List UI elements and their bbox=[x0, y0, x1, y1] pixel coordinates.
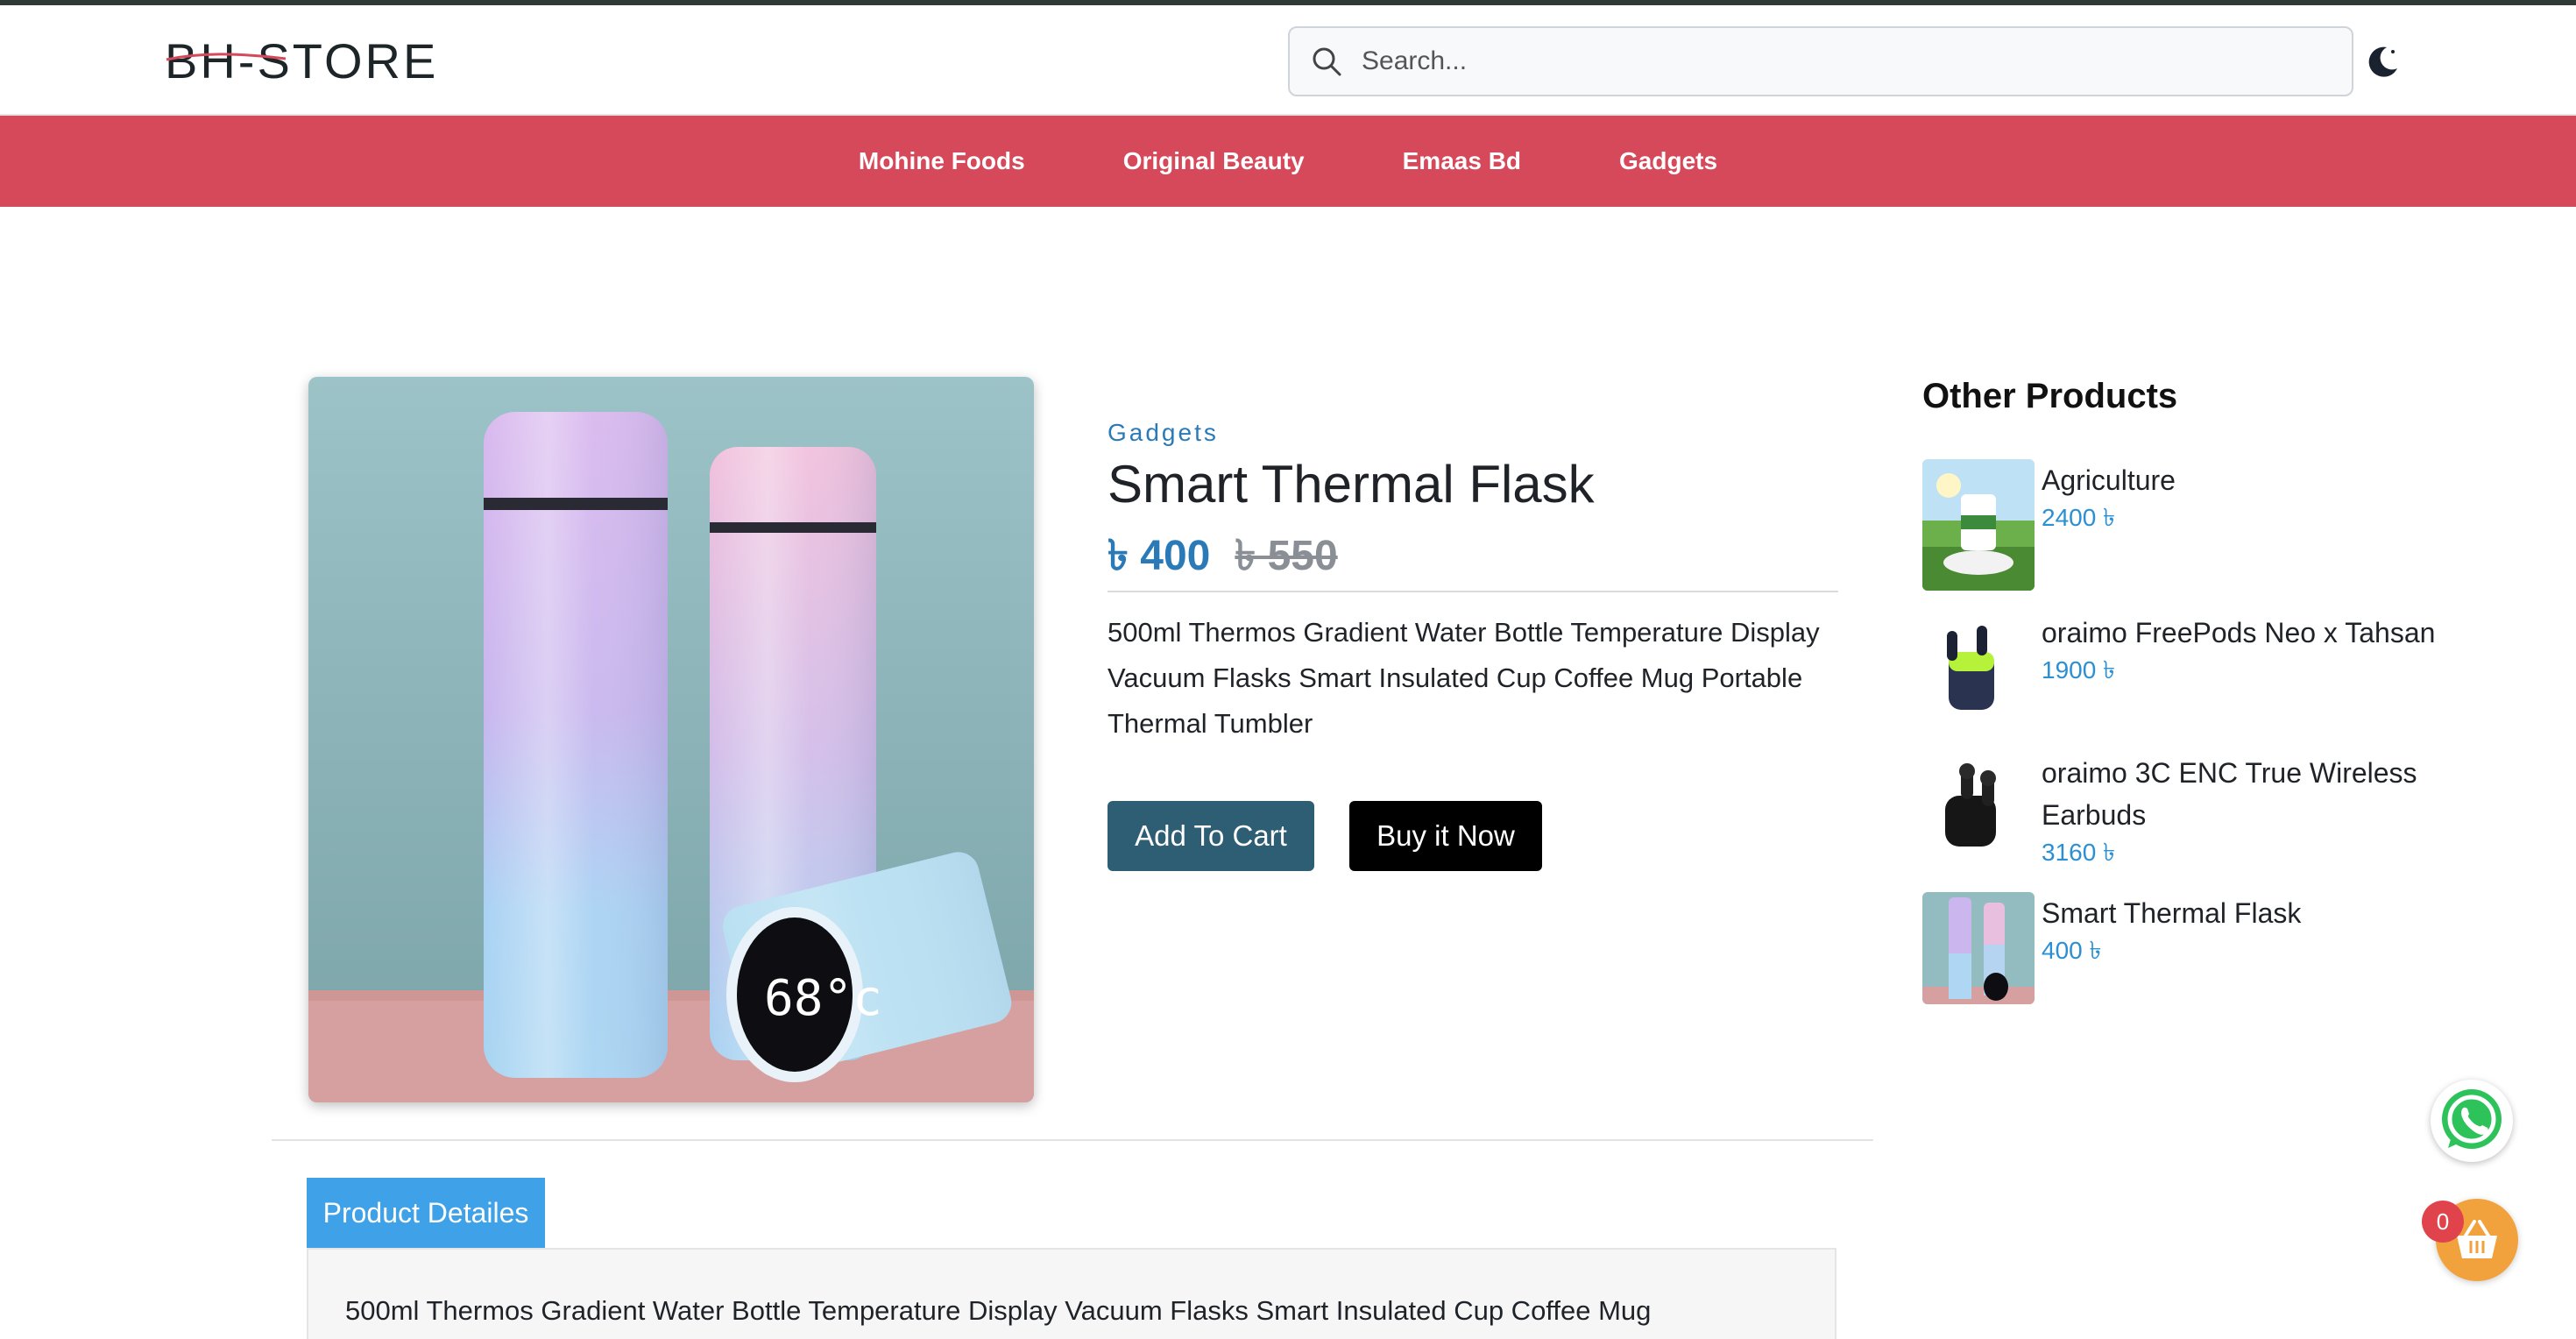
other-product-name[interactable]: oraimo FreePods Neo x Tahsan bbox=[2042, 612, 2480, 654]
whatsapp-icon bbox=[2442, 1089, 2502, 1149]
store-logo[interactable]: BH-STORE bbox=[165, 32, 438, 89]
search-input[interactable] bbox=[1362, 46, 2325, 76]
cart-count-badge: 0 bbox=[2422, 1201, 2464, 1243]
other-product-price: 1900 ৳ bbox=[2042, 656, 2116, 684]
other-product-price: 2400 ৳ bbox=[2042, 504, 2116, 531]
product-thumbnail[interactable] bbox=[1922, 459, 2035, 591]
other-product-item[interactable]: oraimo FreePods Neo x Tahsan 1900 ৳ bbox=[1922, 612, 2480, 724]
whatsapp-button[interactable] bbox=[2431, 1080, 2513, 1162]
other-product-name[interactable]: oraimo 3C ENC True Wireless Earbuds bbox=[2042, 752, 2480, 836]
other-product-item[interactable]: oraimo 3C ENC True Wireless Earbuds 3160… bbox=[1922, 752, 2480, 869]
search-icon bbox=[1313, 47, 1341, 76]
other-product-name[interactable]: Agriculture bbox=[2042, 459, 2480, 501]
product-description: 500ml Thermos Gradient Water Bottle Temp… bbox=[1108, 617, 1820, 739]
current-price: ৳ 400 bbox=[1108, 533, 1211, 579]
old-price: ৳ 550 bbox=[1235, 533, 1338, 579]
product-thumbnail[interactable] bbox=[1922, 752, 2035, 864]
thermo-display-text: 68°c bbox=[764, 970, 882, 1027]
other-product-item[interactable]: Smart Thermal Flask 400 ৳ bbox=[1922, 892, 2480, 1004]
other-product-name[interactable]: Smart Thermal Flask bbox=[2042, 892, 2480, 934]
product-thumbnail[interactable] bbox=[1922, 612, 2035, 724]
other-product-price: 3160 ৳ bbox=[2042, 839, 2116, 866]
other-product-item[interactable]: Agriculture 2400 ৳ bbox=[1922, 459, 2480, 591]
add-to-cart-button[interactable]: Add To Cart bbox=[1108, 801, 1314, 871]
product-thumbnail[interactable] bbox=[1922, 892, 2035, 1004]
buy-now-button[interactable]: Buy it Now bbox=[1349, 801, 1542, 871]
section-divider bbox=[272, 1139, 1873, 1141]
site-header: BH-STORE bbox=[0, 5, 2576, 116]
moon-icon[interactable] bbox=[2364, 44, 2401, 81]
nav-item-mohine-foods[interactable]: Mohine Foods bbox=[859, 147, 1025, 175]
nav-item-emaas-bd[interactable]: Emaas Bd bbox=[1403, 147, 1521, 175]
product-details-text: 500ml Thermos Gradient Water Bottle Temp… bbox=[345, 1295, 1652, 1326]
product-image: 68°c bbox=[308, 377, 1034, 1102]
product-category[interactable]: Gadgets bbox=[1108, 419, 1219, 447]
divider bbox=[1108, 591, 1838, 592]
nav-item-original-beauty[interactable]: Original Beauty bbox=[1123, 147, 1305, 175]
search-bar[interactable] bbox=[1288, 26, 2353, 96]
logo-strike-mark bbox=[166, 53, 287, 61]
tab-product-details[interactable]: Product Detailes bbox=[307, 1178, 545, 1248]
price-row: ৳ 400 ৳ 550 bbox=[1108, 524, 1338, 593]
other-product-price: 400 ৳ bbox=[2042, 937, 2102, 964]
other-products-title: Other Products bbox=[1922, 377, 2178, 415]
nav-item-gadgets[interactable]: Gadgets bbox=[1619, 147, 1717, 175]
category-nav: Mohine Foods Original Beauty Emaas Bd Ga… bbox=[0, 116, 2576, 207]
product-details-panel: 500ml Thermos Gradient Water Bottle Temp… bbox=[307, 1248, 1836, 1339]
product-title: Smart Thermal Flask bbox=[1108, 455, 1595, 514]
